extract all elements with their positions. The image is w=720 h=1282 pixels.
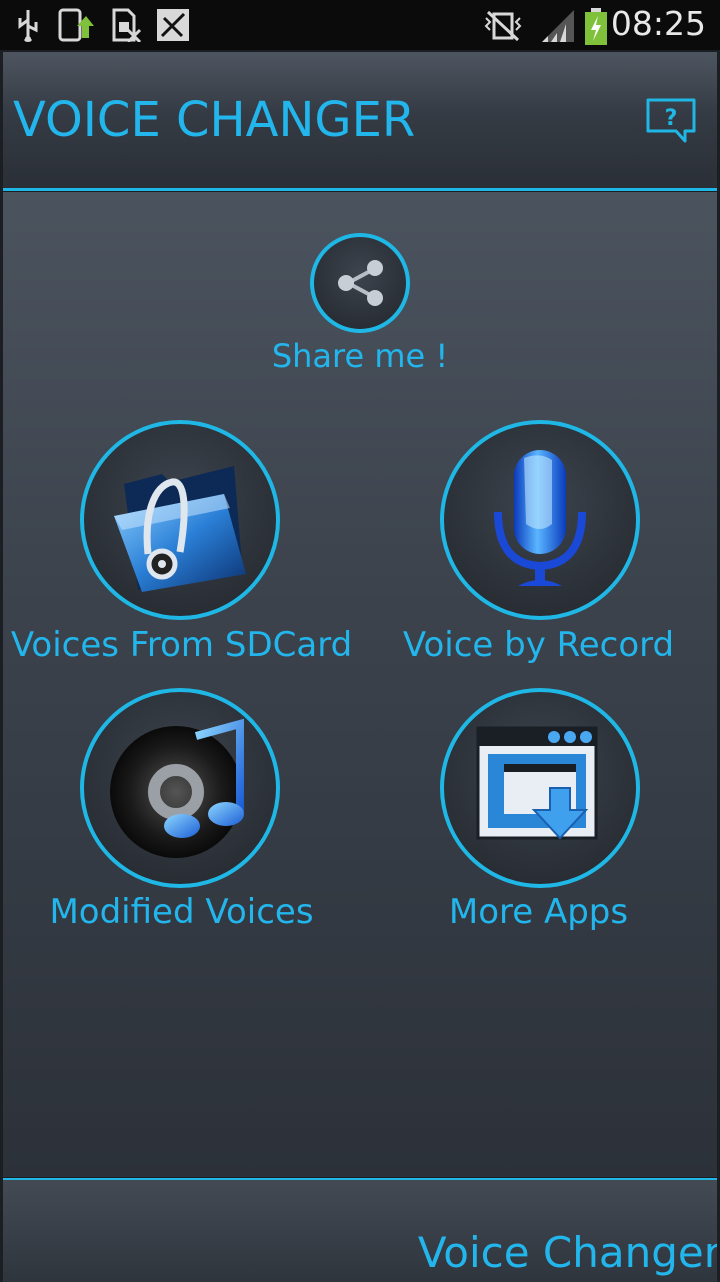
status-bar: 08:25 (0, 0, 720, 50)
phone-upload-icon (58, 8, 94, 42)
more-apps-button[interactable] (440, 688, 640, 888)
app-header: VOICE CHANGER ? (3, 52, 717, 191)
vibrate-muted-icon (484, 10, 522, 42)
more-apps-label[interactable]: More Apps (360, 892, 717, 932)
share-button[interactable] (310, 233, 410, 333)
modified-voices-label[interactable]: Modified Voices (3, 892, 360, 932)
folder-headphones-icon (114, 466, 246, 592)
voices-from-sdcard-button[interactable] (80, 420, 280, 620)
voices-from-sdcard-label[interactable]: Voices From SDCard (3, 625, 360, 665)
usb-icon (18, 10, 38, 42)
status-time: 08:25 (610, 4, 706, 43)
help-icon: ? (646, 98, 696, 143)
app-footer: Voice Changer (3, 1178, 717, 1282)
share-label[interactable]: Share me ! (260, 337, 460, 375)
svg-text:?: ? (665, 106, 678, 131)
music-disc-icon (110, 718, 244, 858)
signal-icon (542, 10, 574, 42)
app-title: VOICE CHANGER (13, 92, 416, 148)
no-signal-notification-icon (157, 9, 189, 41)
sim-blocked-icon (112, 8, 142, 42)
app-download-icon (476, 726, 598, 840)
main-content: Share me ! Voices From SDCard Voice by R… (3, 192, 717, 1177)
modified-voices-button[interactable] (80, 688, 280, 888)
footer-app-name: Voice Changer (417, 1228, 717, 1277)
help-button[interactable]: ? (645, 97, 697, 145)
share-icon (338, 260, 383, 306)
battery-charging-icon (585, 8, 607, 45)
voice-by-record-button[interactable] (440, 420, 640, 620)
voice-by-record-label[interactable]: Voice by Record (360, 625, 717, 665)
microphone-icon (494, 450, 586, 586)
